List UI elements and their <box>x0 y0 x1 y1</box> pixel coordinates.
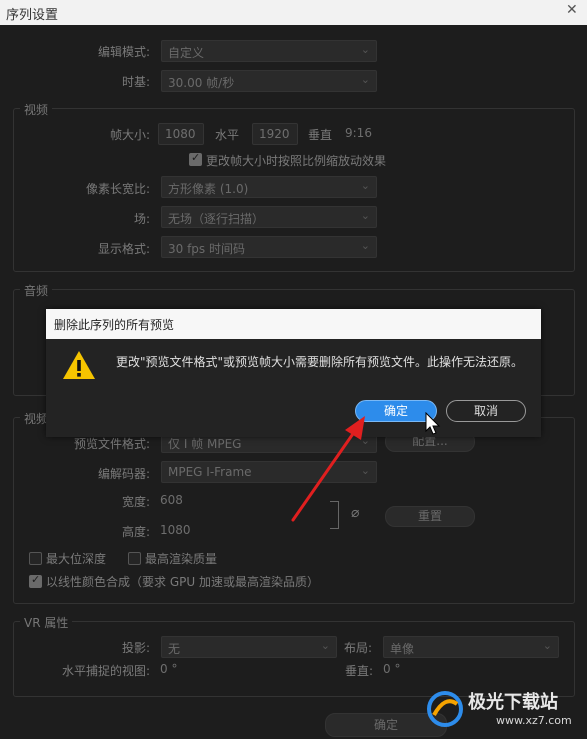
preview-format-label: 预览文件格式: <box>73 437 150 451</box>
fields-label: 场: <box>133 212 150 226</box>
display-format-label: 显示格式: <box>97 242 150 256</box>
close-icon[interactable]: ✕ <box>566 2 578 18</box>
aspect-ratio: 9:16 <box>345 126 372 140</box>
fields-value: 无场（逐行扫描） <box>168 212 265 226</box>
video-group-title: 视频 <box>20 101 53 118</box>
vr-group-title: VR 属性 <box>20 614 73 631</box>
watermark: 极光下载站 www.xz7.com <box>426 686 582 736</box>
display-format-select[interactable]: 30 fps 时间码 ⌄ <box>161 236 377 258</box>
window-titlebar: 序列设置 ✕ <box>0 0 587 25</box>
layout-value: 单像 <box>390 642 415 656</box>
chevron-down-icon: ⌄ <box>360 73 370 86</box>
fields-select[interactable]: 无场（逐行扫描） ⌄ <box>161 206 377 228</box>
edit-mode-value: 自定义 <box>168 46 205 60</box>
display-format-value: 30 fps 时间码 <box>168 242 245 256</box>
pixel-aspect-select[interactable]: 方形像素 (1.0) ⌄ <box>161 176 377 198</box>
preview-width-value: 608 <box>160 493 183 507</box>
vertical-label: 垂直 <box>308 128 333 142</box>
scale-checkbox[interactable] <box>189 151 202 166</box>
linear-color-checkbox[interactable] <box>29 573 42 588</box>
h-view-value[interactable]: 0 ° <box>160 662 177 676</box>
dialog-title: 删除此序列的所有预览 <box>54 318 175 332</box>
codec-label: 编解码器: <box>97 467 150 481</box>
chevron-down-icon: ⌄ <box>360 43 370 56</box>
layout-select[interactable]: 单像 ⌄ <box>383 636 559 658</box>
layout-label: 布局: <box>344 641 373 655</box>
pixel-aspect-label: 像素长宽比: <box>85 182 150 196</box>
projection-value: 无 <box>168 642 181 656</box>
watermark-url: www.xz7.com <box>496 714 572 727</box>
dialog-cancel-button[interactable]: 取消 <box>446 400 526 422</box>
frame-width-value: 1080 <box>165 127 196 141</box>
audio-group-title: 音频 <box>20 282 53 299</box>
edit-mode-select[interactable]: 自定义 ⌄ <box>161 40 377 62</box>
watermark-logo-icon <box>427 691 463 727</box>
watermark-text: 极光下载站 <box>468 692 558 713</box>
codec-value: MPEG I-Frame <box>168 465 252 479</box>
frame-height-input[interactable]: 1920 <box>252 123 298 145</box>
chevron-down-icon: ⌄ <box>360 239 370 252</box>
chevron-down-icon: ⌄ <box>360 179 370 192</box>
dialog-message: 更改"预览文件格式"或预览帧大小需要删除所有预览文件。此操作无法还原。 <box>116 355 524 369</box>
annotation-arrow-icon <box>291 416 365 522</box>
horizontal-label: 水平 <box>215 128 240 142</box>
scale-checkbox-label: 更改帧大小时按照比例缩放动效果 <box>206 154 387 168</box>
max-render-quality-checkbox[interactable] <box>128 552 141 565</box>
chevron-down-icon: ⌄ <box>360 209 370 222</box>
timebase-value: 30.00 帧/秒 <box>168 76 235 90</box>
projection-label: 投影: <box>121 641 150 655</box>
mouse-cursor-icon <box>425 412 441 435</box>
preview-format-value: 仅 I 帧 MPEG <box>168 437 242 451</box>
chevron-down-icon: ⌄ <box>542 639 552 652</box>
warning-icon <box>63 351 95 379</box>
h-view-label: 水平捕捉的视图: <box>61 664 150 678</box>
frame-height-value: 1920 <box>259 127 290 141</box>
chevron-down-icon: ⌄ <box>320 639 330 652</box>
timebase-select[interactable]: 30.00 帧/秒 ⌄ <box>161 70 377 92</box>
timebase-label: 时基: <box>121 75 150 89</box>
linear-color-label: 以线性颜色合成（要求 GPU 加速或最高渲染品质） <box>46 575 319 589</box>
frame-size-label: 帧大小: <box>109 128 150 142</box>
max-bit-depth-label: 最大位深度 <box>46 552 107 566</box>
preview-height-label: 高度: <box>121 525 150 539</box>
pixel-aspect-value: 方形像素 (1.0) <box>168 182 249 196</box>
v-view-label: 垂直: <box>345 664 374 678</box>
frame-width-input[interactable]: 1080 <box>158 123 204 145</box>
preview-height-value: 1080 <box>160 523 191 537</box>
max-bit-depth-checkbox[interactable] <box>29 552 42 565</box>
max-render-quality-label: 最高渲染质量 <box>145 552 218 566</box>
dialog-titlebar: 删除此序列的所有预览 <box>46 309 541 339</box>
projection-select[interactable]: 无 ⌄ <box>161 636 337 658</box>
edit-mode-label: 编辑模式: <box>97 45 150 59</box>
window-title: 序列设置 <box>6 8 59 23</box>
preview-width-label: 宽度: <box>121 495 150 509</box>
reset-button[interactable]: 重置 <box>385 506 475 527</box>
v-view-value[interactable]: 0 ° <box>383 662 400 676</box>
